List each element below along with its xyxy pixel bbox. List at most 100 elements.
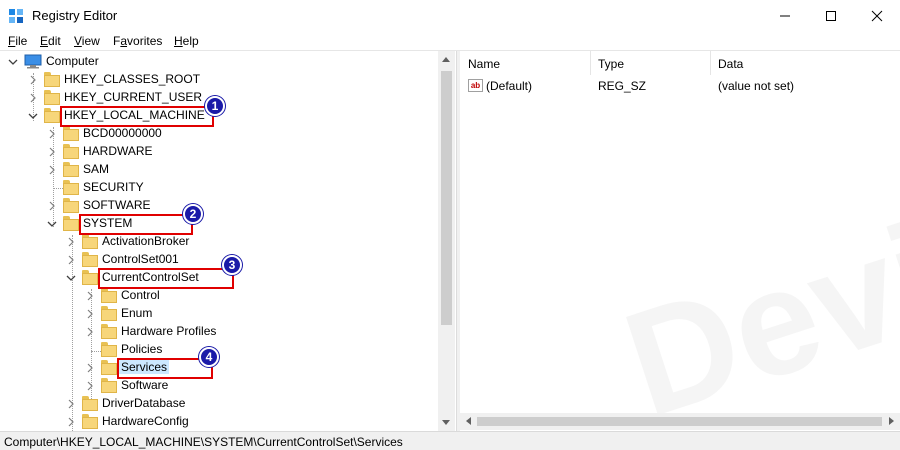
tree-item-enum[interactable]: Enum: [85, 305, 425, 323]
tree-item-computer[interactable]: Computer: [8, 53, 428, 71]
value-row[interactable]: ab (Default) REG_SZ (value not set): [460, 77, 900, 95]
scroll-right-icon[interactable]: [889, 417, 894, 425]
tree-label: SOFTWARE: [83, 198, 151, 212]
tree-label-computer: Computer: [46, 54, 99, 68]
chevron-right-icon[interactable]: [47, 129, 57, 139]
folder-icon: [101, 306, 117, 321]
tree-item-hkey-classes-root[interactable]: HKEY_CLASSES_ROOT: [28, 71, 428, 89]
value-type: REG_SZ: [598, 79, 647, 93]
status-path: Computer\HKEY_LOCAL_MACHINE\SYSTEM\Curre…: [4, 435, 403, 449]
chevron-right-icon[interactable]: [85, 363, 95, 373]
scroll-down-icon[interactable]: [442, 420, 450, 425]
column-header-data[interactable]: Data: [710, 51, 900, 75]
chevron-down-icon[interactable]: [28, 111, 38, 121]
status-bar: Computer\HKEY_LOCAL_MACHINE\SYSTEM\Curre…: [0, 431, 900, 450]
folder-icon: [101, 378, 117, 393]
menu-favorites[interactable]: Favorites: [113, 34, 162, 48]
folder-icon: [63, 180, 79, 195]
chevron-down-icon[interactable]: [8, 57, 18, 67]
callout-badge-4: 4: [199, 347, 219, 367]
values-list[interactable]: Name Type Data ab (Default) REG_SZ (valu…: [460, 51, 900, 431]
close-button[interactable]: [854, 0, 900, 31]
tree-item-bcd00000000[interactable]: BCD00000000: [47, 125, 427, 143]
tree-item-sam[interactable]: SAM: [47, 161, 427, 179]
values-horizontal-scrollbar[interactable]: [460, 413, 900, 430]
folder-icon: [63, 198, 79, 213]
menu-help[interactable]: Help: [174, 34, 199, 48]
tree-label: HARDWARE: [83, 144, 153, 158]
chevron-right-icon[interactable]: [85, 291, 95, 301]
folder-icon: [82, 252, 98, 267]
value-data: (value not set): [718, 79, 795, 93]
tree-item-hkey-current-user[interactable]: HKEY_CURRENT_USER: [28, 89, 428, 107]
folder-icon: [101, 288, 117, 303]
tree-vertical-scrollbar[interactable]: [438, 51, 455, 431]
folder-icon: [82, 414, 98, 429]
scroll-up-icon[interactable]: [442, 57, 450, 62]
minimize-button[interactable]: [762, 0, 808, 31]
tree-item-control[interactable]: Control: [85, 287, 425, 305]
scroll-left-icon[interactable]: [466, 417, 471, 425]
chevron-right-icon[interactable]: [85, 381, 95, 391]
tree-item-hardware[interactable]: HARDWARE: [47, 143, 427, 161]
chevron-right-icon[interactable]: [28, 75, 38, 85]
chevron-right-icon[interactable]: [28, 93, 38, 103]
tree-item-software-sub[interactable]: Software: [85, 377, 425, 395]
callout-box-1: [60, 106, 214, 127]
folder-open-icon: [63, 216, 79, 231]
folder-icon: [82, 396, 98, 411]
tree-label: Policies: [121, 342, 163, 356]
chevron-right-icon[interactable]: [47, 147, 57, 157]
tree-item-driver-database[interactable]: DriverDatabase: [66, 395, 426, 413]
folder-open-icon: [101, 360, 117, 375]
tree-label: Hardware Profiles: [121, 324, 217, 338]
maximize-icon: [826, 11, 836, 21]
chevron-right-icon[interactable]: [66, 417, 76, 427]
folder-icon: [82, 234, 98, 249]
callout-badge-1: 1: [205, 96, 225, 116]
minimize-icon: [780, 15, 790, 17]
registry-editor-icon: [8, 8, 24, 24]
tree-item-hardware-config[interactable]: HardwareConfig: [66, 413, 426, 431]
menu-edit[interactable]: Edit: [40, 34, 61, 48]
chevron-right-icon[interactable]: [47, 201, 57, 211]
chevron-right-icon[interactable]: [66, 399, 76, 409]
chevron-right-icon[interactable]: [85, 309, 95, 319]
chevron-right-icon[interactable]: [66, 255, 76, 265]
computer-icon: [24, 54, 42, 69]
tree-item-activation-broker[interactable]: ActivationBroker: [66, 233, 426, 251]
tree-label: ActivationBroker: [102, 234, 190, 248]
scroll-thumb[interactable]: [441, 71, 452, 325]
chevron-right-icon[interactable]: [85, 327, 95, 337]
callout-box-3: [98, 268, 234, 289]
callout-badge-2: 2: [183, 204, 203, 224]
tree-item-security[interactable]: SECURITY: [47, 179, 427, 197]
tree-label: BCD00000000: [83, 126, 162, 140]
chevron-right-icon[interactable]: [47, 165, 57, 175]
tree-item-software[interactable]: SOFTWARE: [47, 197, 427, 215]
tree-item-policies[interactable]: Policies: [85, 341, 425, 359]
tree-item-hardware-profiles[interactable]: Hardware Profiles: [85, 323, 425, 341]
tree-label: DriverDatabase: [102, 396, 186, 410]
tree-item-controlset001[interactable]: ControlSet001: [66, 251, 426, 269]
column-header-type[interactable]: Type: [590, 51, 710, 75]
value-name: (Default): [486, 79, 533, 93]
tree-label: ControlSet001: [102, 252, 179, 266]
registry-tree[interactable]: Computer HKEY_CLASSES_ROOT HKEY_CURRENT_…: [0, 51, 456, 431]
callout-badge-3: 3: [222, 255, 242, 275]
chevron-down-icon[interactable]: [66, 273, 76, 283]
chevron-right-icon[interactable]: [66, 237, 76, 247]
folder-icon: [101, 324, 117, 339]
folder-icon: [44, 72, 60, 87]
tree-label: HKEY_CLASSES_ROOT: [64, 72, 201, 86]
tree-label: HKEY_CURRENT_USER: [64, 90, 203, 104]
tree-label: Control: [121, 288, 160, 302]
string-value-icon: ab: [468, 79, 483, 92]
chevron-down-icon[interactable]: [47, 219, 57, 229]
column-header-name[interactable]: Name: [460, 51, 590, 75]
menu-view[interactable]: View: [74, 34, 100, 48]
menu-file[interactable]: File: [8, 34, 27, 48]
maximize-button[interactable]: [808, 0, 854, 31]
scroll-thumb[interactable]: [477, 417, 882, 426]
folder-icon: [63, 144, 79, 159]
